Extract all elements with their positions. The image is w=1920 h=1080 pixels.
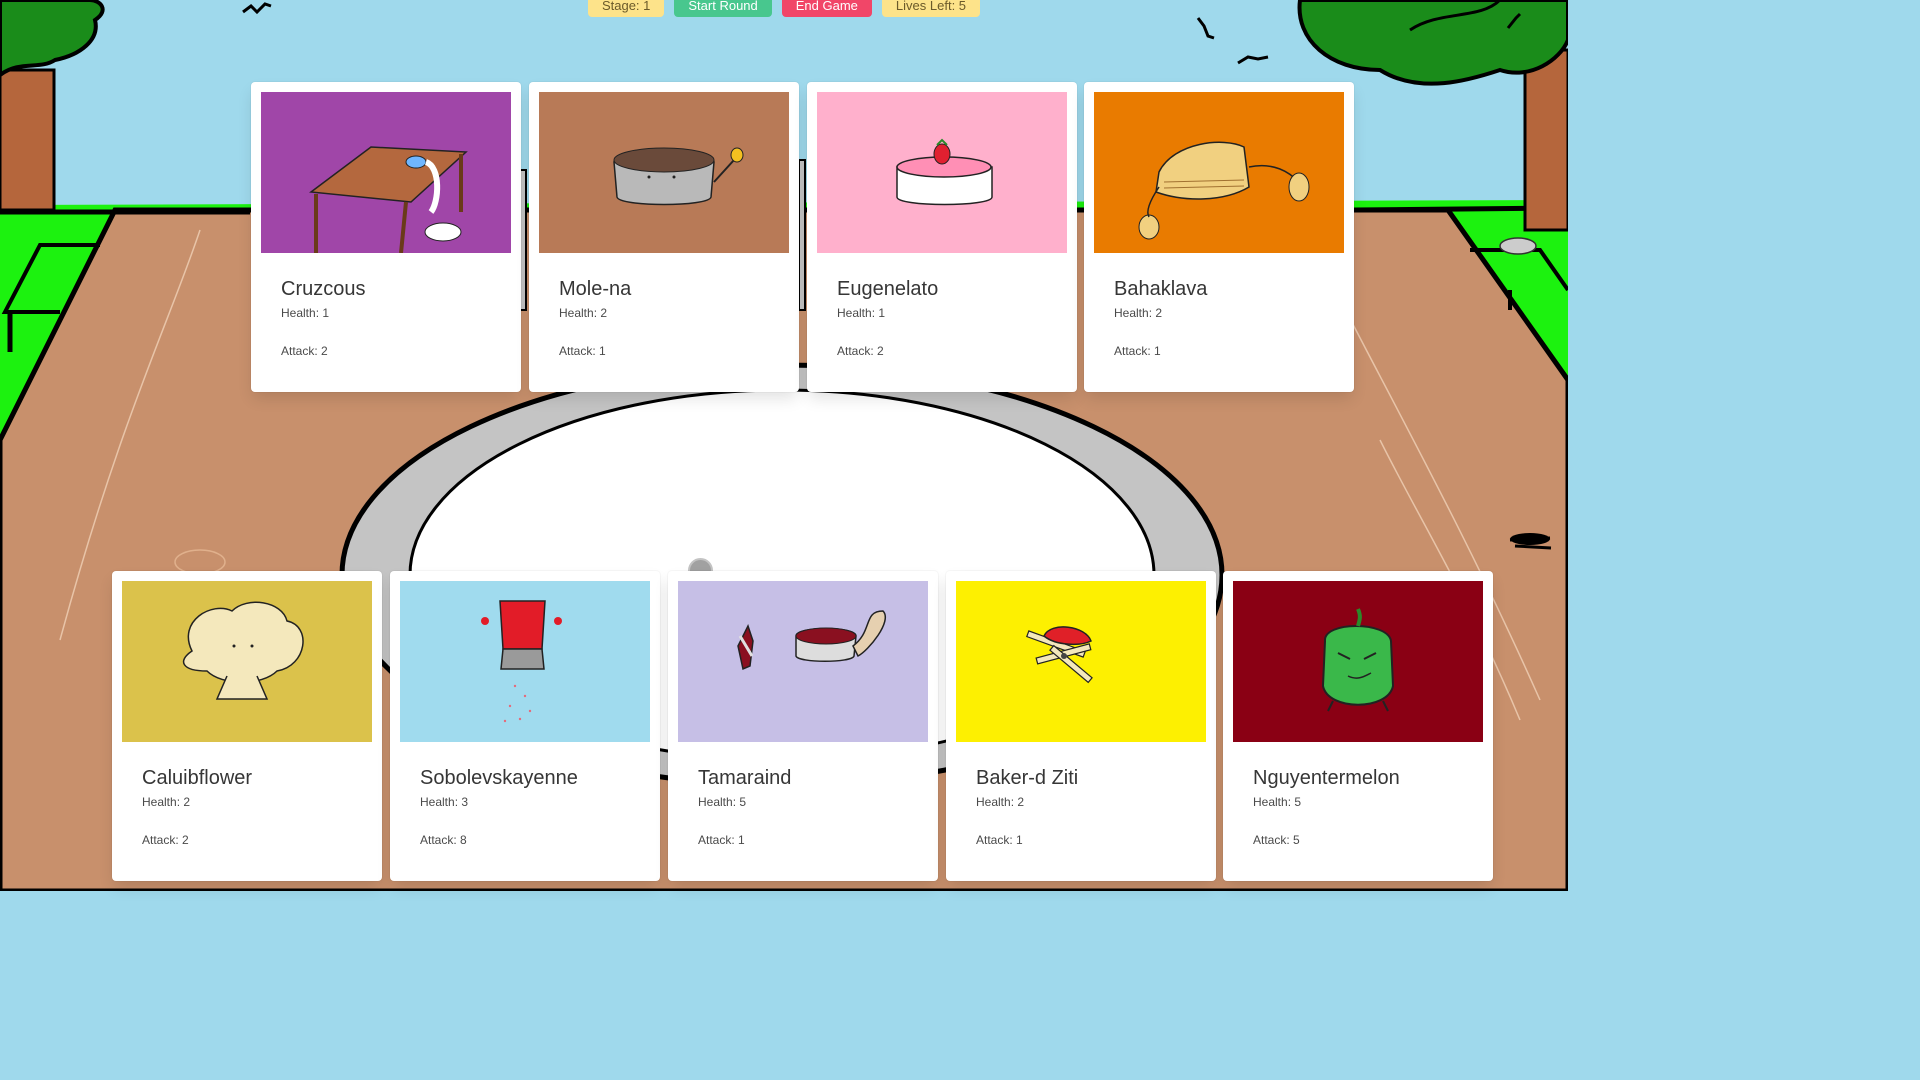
card-name: Cruzcous (281, 278, 366, 300)
card-attack: Attack: 2 (281, 344, 328, 358)
end-game-button[interactable]: End Game (781, 0, 872, 17)
card-health: Health: 2 (1114, 306, 1163, 320)
card-attack: Attack: 2 (837, 344, 884, 358)
card-attack: Attack: 5 (1253, 833, 1300, 847)
card-art (1094, 92, 1344, 253)
card-health: Health: 2 (976, 795, 1025, 809)
team-card[interactable]: Caluibflower Health: 2 Attack: 2 (112, 571, 382, 881)
team-card[interactable]: Baker-d Ziti Health: 2 Attack: 1 (946, 571, 1216, 881)
card-name: Caluibflower (142, 767, 253, 789)
card-name: Tamaraind (698, 767, 792, 789)
card-art (400, 581, 650, 742)
card-art (261, 92, 511, 253)
stage-indicator: Stage: 1 (587, 0, 665, 17)
card-name: Eugenelato (837, 278, 939, 300)
shop-card[interactable]: Bahaklava Health: 2 Attack: 1 (1084, 82, 1354, 392)
shop-card[interactable]: Cruzcous Health: 1 Attack: 2 (251, 82, 521, 392)
card-art (956, 581, 1206, 742)
start-round-button[interactable]: Start Round (674, 0, 772, 17)
cayenne-shaker-icon (481, 600, 562, 723)
team-card[interactable]: Sobolevskayenne Health: 3 Attack: 8 (390, 571, 660, 881)
card-name: Bahaklava (1114, 278, 1208, 300)
card-health: Health: 2 (142, 795, 191, 809)
card-name: Nguyentermelon (1253, 767, 1400, 789)
card-attack: Attack: 1 (559, 344, 606, 358)
gelato-cake-icon (896, 138, 993, 206)
card-attack: Attack: 2 (142, 833, 189, 847)
card-health: Health: 5 (698, 795, 747, 809)
card-attack: Attack: 1 (698, 833, 745, 847)
mole-pot-icon (613, 147, 744, 206)
team-card[interactable]: Nguyentermelon Health: 5 Attack: 5 (1223, 571, 1493, 881)
game-toolbar: Stage: 1 Start Round End Game Lives Left… (0, 0, 1568, 17)
cauliflower-icon (182, 601, 304, 700)
lives-indicator: Lives Left: 5 (881, 0, 981, 17)
card-art (122, 581, 372, 742)
card-attack: Attack: 1 (976, 833, 1023, 847)
card-name: Baker-d Ziti (976, 767, 1079, 789)
team-card[interactable]: Tamaraind Health: 5 Attack: 1 (668, 571, 938, 881)
baked-ziti-icon (1026, 626, 1093, 684)
card-name: Sobolevskayenne (420, 767, 578, 789)
card-health: Health: 3 (420, 795, 469, 809)
card-health: Health: 2 (559, 306, 608, 320)
card-health: Health: 1 (281, 306, 330, 320)
card-name: Mole-na (559, 278, 632, 300)
card-art (678, 581, 928, 742)
shop-card[interactable]: Mole-na Health: 2 Attack: 1 (529, 82, 799, 392)
baklava-icon (1138, 141, 1310, 240)
card-art (1233, 581, 1483, 742)
card-attack: Attack: 1 (1114, 344, 1161, 358)
card-health: Health: 5 (1253, 795, 1302, 809)
card-attack: Attack: 8 (420, 833, 467, 847)
card-art (539, 92, 789, 253)
shop-card[interactable]: Eugenelato Health: 1 Attack: 2 (807, 82, 1077, 392)
tamarind-icon (737, 610, 886, 671)
table-couscous-icon (309, 146, 468, 253)
card-health: Health: 1 (837, 306, 886, 320)
wintermelon-icon (1321, 608, 1395, 712)
card-art (817, 92, 1067, 253)
